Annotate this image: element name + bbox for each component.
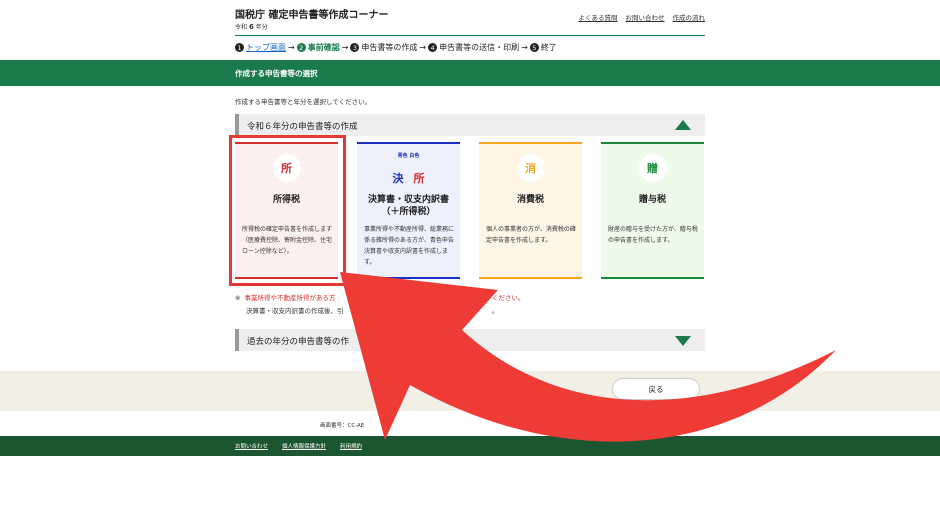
- financial-statement-title-line1: 決算書・収支内訳書: [367, 195, 449, 205]
- instruction-text: 作成する申告書等と年分を選択してください。: [235, 98, 372, 106]
- current-year-accordion[interactable]: 令和６年分の申告書等の作成: [235, 114, 705, 136]
- financial-statement-card[interactable]: 青色 白色 決 所 決算書・収支内訳書 （＋所得税） 事業所得や不動産所得、総業…: [357, 142, 460, 279]
- step-5-number: 5: [529, 43, 539, 52]
- contact-link[interactable]: お問い合わせ: [626, 12, 665, 22]
- flow-link[interactable]: 作成の流れ: [673, 12, 706, 22]
- step-arrow-icon: →: [288, 43, 295, 52]
- screen-id: 画面番号：CC-AE: [320, 423, 365, 429]
- note-line-1-end: ください。: [492, 294, 525, 302]
- section-title: 作成する申告書等の選択: [235, 69, 318, 78]
- consumption-tax-title: 消費税: [516, 195, 544, 205]
- card-bottom-border: [479, 277, 582, 279]
- card-top-border: [479, 142, 582, 144]
- section-header: 作成する申告書等の選択: [0, 60, 940, 86]
- app-title: 国税庁 確定申告書等作成コーナー: [235, 10, 389, 21]
- era-prefix: 令和: [235, 24, 248, 31]
- card-top-border: [357, 142, 460, 144]
- current-year-accordion-label: 令和６年分の申告書等の作成: [247, 122, 358, 132]
- step-top-link[interactable]: トップ画面: [246, 42, 286, 53]
- page: 国税庁 確定申告書等作成コーナー 令和 6 年分 よくある質問 お問い合わせ 作…: [0, 0, 940, 528]
- note-line-2: 決算書・収支内訳書の作成後、引: [246, 307, 344, 315]
- gift-tax-icon: 贈: [638, 154, 667, 182]
- financial-statement-description: 事業所得や不動産所得、総業務に係る雑所得のある方が、青色申告決算書や収支内訳書を…: [364, 226, 455, 266]
- footer-privacy-link[interactable]: 個人情報保護方針: [282, 442, 326, 450]
- gift-tax-card[interactable]: 贈 贈与税 財産の贈与を受けた方が、贈与税の申告書を作成します。: [601, 142, 704, 279]
- header-links: よくある質問 お問い合わせ 作成の流れ: [579, 12, 706, 22]
- blue-white-label: 青色 白色: [397, 153, 420, 159]
- step-4-number: 4: [428, 43, 438, 52]
- statement-char-icon: 決: [392, 172, 404, 185]
- footer-terms-link[interactable]: 利用規約: [340, 442, 362, 450]
- footer-action-band: [0, 371, 940, 411]
- past-years-accordion-label: 過去の年分の申告書等の作: [247, 337, 350, 347]
- step-current: 事前確認: [307, 43, 340, 52]
- era-year: 6: [248, 23, 254, 31]
- card-bottom-border: [357, 277, 460, 279]
- step-3-number: 3: [350, 43, 360, 52]
- card-bottom-border: [601, 277, 704, 279]
- gift-tax-title: 贈与税: [638, 195, 666, 205]
- financial-statement-title: 決算書・収支内訳書 （＋所得税）: [357, 194, 460, 218]
- note-line-1-start: 事業所得や不動産所得がある方: [244, 294, 336, 302]
- step-4-label: 申告書等の送信・印刷: [439, 43, 520, 52]
- back-button[interactable]: 戻る: [612, 378, 700, 400]
- step-5-label: 終了: [540, 43, 557, 52]
- step-1-number: 1: [235, 43, 244, 52]
- pointer-arrow-shape: [340, 272, 836, 442]
- step-arrow-icon: →: [341, 43, 349, 52]
- highlight-box: [229, 135, 346, 286]
- financial-statement-icon: 決 所: [379, 164, 439, 192]
- step-3-label: 申告書等の作成: [361, 43, 418, 52]
- income-char-icon: 所: [413, 172, 425, 185]
- progress-steps: 1 トップ画面 → 2 事前確認 → 3 申告書等の作成 → 4 申告書等の送信…: [235, 42, 557, 53]
- step-arrow-icon: →: [419, 43, 427, 52]
- page-footer: お問い合わせ 個人情報保護方針 利用規約: [0, 436, 940, 456]
- consumption-tax-icon: 消: [516, 154, 545, 182]
- note-line-1: ※ 事業所得や不動産所得がある方: [235, 292, 335, 302]
- era-suffix: 年分: [255, 24, 268, 31]
- note-mark: ※: [235, 294, 241, 302]
- consumption-tax-card[interactable]: 消 消費税 個人の事業者の方が、消費税の確定申告書を作成します。: [479, 142, 582, 279]
- footer-links: お問い合わせ 個人情報保護方針 利用規約: [235, 442, 362, 450]
- collapse-triangle-icon[interactable]: [675, 120, 691, 130]
- note-line-2-end: 。: [492, 307, 499, 315]
- step-arrow-icon: →: [521, 43, 528, 52]
- faq-link[interactable]: よくある質問: [579, 12, 618, 22]
- tax-year: 令和 6 年分: [235, 22, 268, 31]
- consumption-tax-description: 個人の事業者の方が、消費税の確定申告書を作成します。: [486, 226, 576, 244]
- card-top-border: [601, 142, 704, 144]
- gift-tax-description: 財産の贈与を受けた方が、贈与税の申告書を作成します。: [608, 226, 698, 244]
- expand-triangle-icon[interactable]: [675, 336, 691, 346]
- footer-contact-link[interactable]: お問い合わせ: [235, 442, 268, 450]
- past-years-accordion[interactable]: 過去の年分の申告書等の作: [235, 329, 705, 351]
- page-header: 国税庁 確定申告書等作成コーナー 令和 6 年分 よくある質問 お問い合わせ 作…: [235, 4, 705, 36]
- step-2-number: 2: [296, 43, 306, 52]
- financial-statement-title-line2: （＋所得税）: [381, 207, 436, 217]
